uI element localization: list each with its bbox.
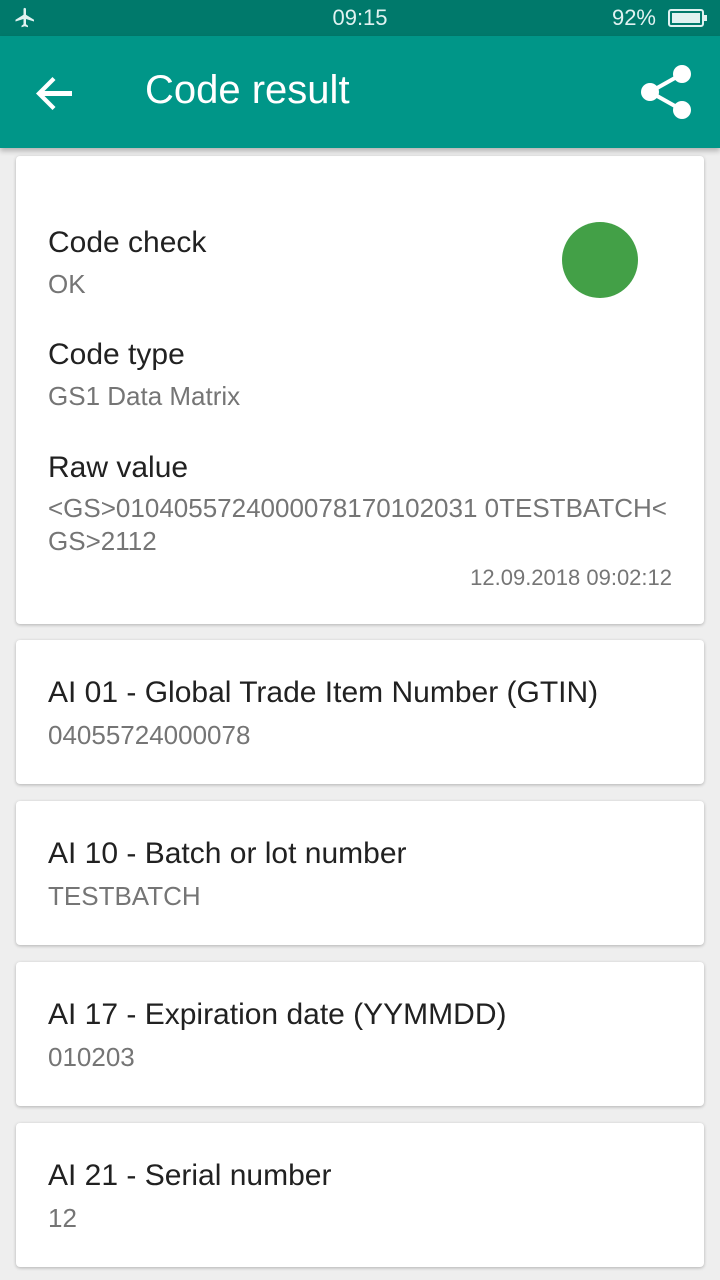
share-icon[interactable]	[636, 60, 696, 124]
ai-card: AI 01 - Global Trade Item Number (GTIN) …	[16, 640, 704, 784]
battery-icon	[668, 9, 707, 27]
app-bar: Code result	[0, 36, 720, 148]
ai-value: 010203	[48, 1042, 135, 1072]
ai-label: AI 10 - Batch or lot number	[48, 837, 407, 870]
code-check-label: Code check	[48, 226, 207, 259]
battery-percent: 92%	[611, 5, 656, 30]
summary-card: Code check OK Code type GS1 Data Matrix …	[16, 156, 704, 624]
back-arrow-icon[interactable]	[26, 62, 86, 122]
ai-label: AI 01 - Global Trade Item Number (GTIN)	[48, 676, 599, 709]
ai-card: AI 17 - Expiration date (YYMMDD) 010203	[16, 962, 704, 1106]
ai-value: 12	[48, 1203, 77, 1233]
code-check-value: OK	[48, 269, 86, 299]
ai-value: 04055724000078	[48, 720, 251, 750]
ai-value: TESTBATCH	[48, 881, 201, 911]
raw-value: <GS>0104055724000078170102031 0TESTBATCH…	[48, 493, 667, 556]
ai-label: AI 21 - Serial number	[48, 1159, 332, 1192]
code-type-label: Code type	[48, 338, 185, 371]
raw-value-label: Raw value	[48, 451, 189, 484]
status-bar: 09:15 92%	[0, 0, 720, 36]
page-title: Code result	[145, 68, 350, 112]
ai-card: AI 21 - Serial number 12	[16, 1123, 704, 1267]
status-ok-indicator	[562, 222, 638, 298]
ai-card: AI 10 - Batch or lot number TESTBATCH	[16, 801, 704, 945]
code-type-value: GS1 Data Matrix	[48, 381, 241, 411]
ai-label: AI 17 - Expiration date (YYMMDD)	[48, 998, 507, 1031]
scan-timestamp: 12.09.2018 09:02:12	[470, 565, 672, 590]
